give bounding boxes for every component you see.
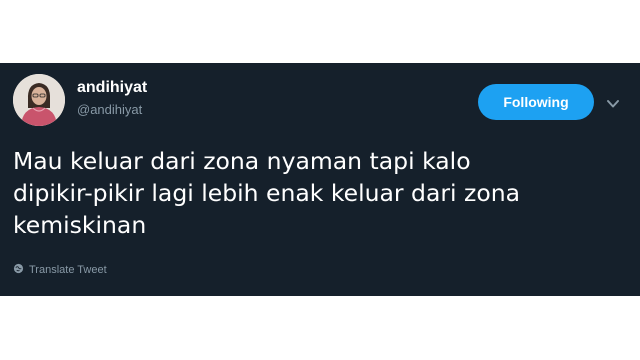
- globe-icon: [13, 263, 24, 277]
- chevron-down-icon[interactable]: [606, 96, 620, 108]
- tweet-card: andihiyat @andihiyat Following Mau kelua…: [0, 63, 640, 296]
- following-button[interactable]: Following: [478, 84, 594, 120]
- translate-label: Translate Tweet: [29, 264, 107, 276]
- avatar-image: [13, 74, 65, 126]
- tweet-text: Mau keluar dari zona nyaman tapi kalo di…: [13, 147, 521, 239]
- translate-tweet-link[interactable]: Translate Tweet: [13, 263, 107, 277]
- avatar[interactable]: [13, 74, 65, 126]
- author-name[interactable]: andihiyat: [77, 79, 147, 97]
- author-handle[interactable]: @andihiyat: [77, 102, 142, 117]
